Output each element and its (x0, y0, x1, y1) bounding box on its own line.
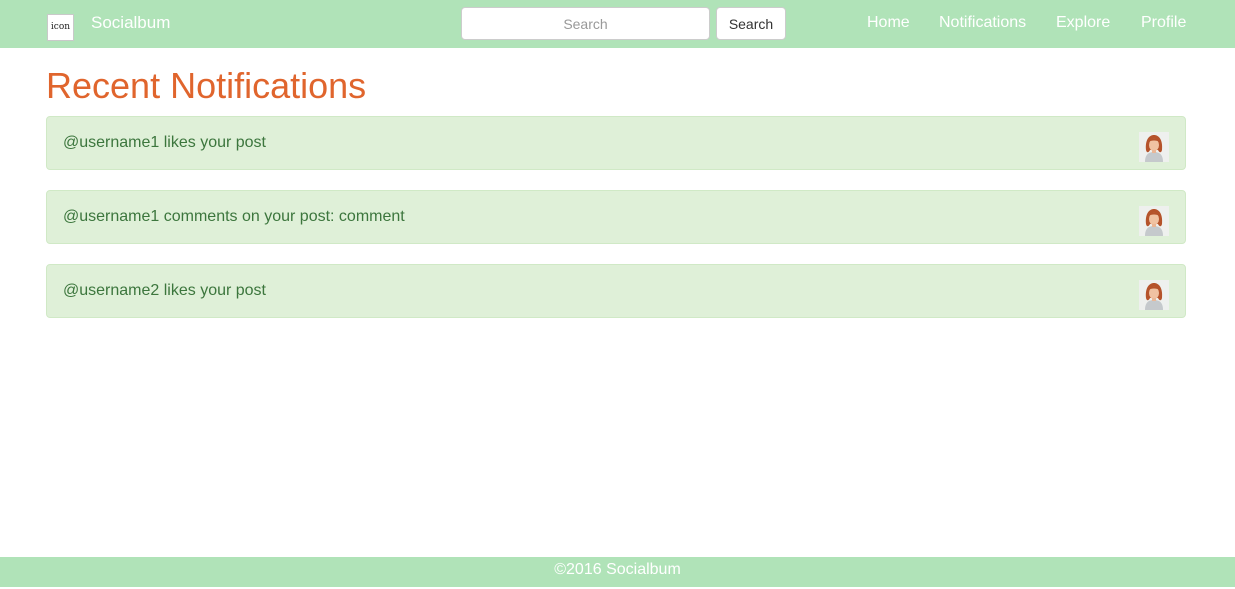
notification-text: @username2 likes your post (63, 282, 266, 299)
brand-name[interactable]: Socialbum (91, 13, 170, 33)
search-input[interactable] (461, 7, 710, 40)
search-button[interactable]: Search (716, 7, 786, 40)
nav-link-explore[interactable]: Explore (1056, 13, 1110, 33)
user-avatar-icon[interactable] (1139, 280, 1169, 310)
navbar: icon Socialbum Search Home Notifications… (0, 0, 1235, 48)
notification-item[interactable]: @username1 likes your post (46, 116, 1186, 170)
notification-text: @username1 comments on your post: commen… (63, 208, 405, 225)
page-title: Recent Notifications (46, 65, 367, 106)
footer-copyright: ©2016 Socialbum (554, 561, 681, 578)
nav-link-profile[interactable]: Profile (1141, 13, 1186, 33)
brand-logo-icon[interactable]: icon (47, 14, 74, 41)
footer: ©2016 Socialbum (0, 557, 1235, 587)
nav-link-notifications[interactable]: Notifications (939, 13, 1026, 33)
notification-item[interactable]: @username2 likes your post (46, 264, 1186, 318)
notification-item[interactable]: @username1 comments on your post: commen… (46, 190, 1186, 244)
notification-text: @username1 likes your post (63, 134, 266, 151)
nav-link-home[interactable]: Home (867, 13, 910, 33)
user-avatar-icon[interactable] (1139, 132, 1169, 162)
user-avatar-icon[interactable] (1139, 206, 1169, 236)
